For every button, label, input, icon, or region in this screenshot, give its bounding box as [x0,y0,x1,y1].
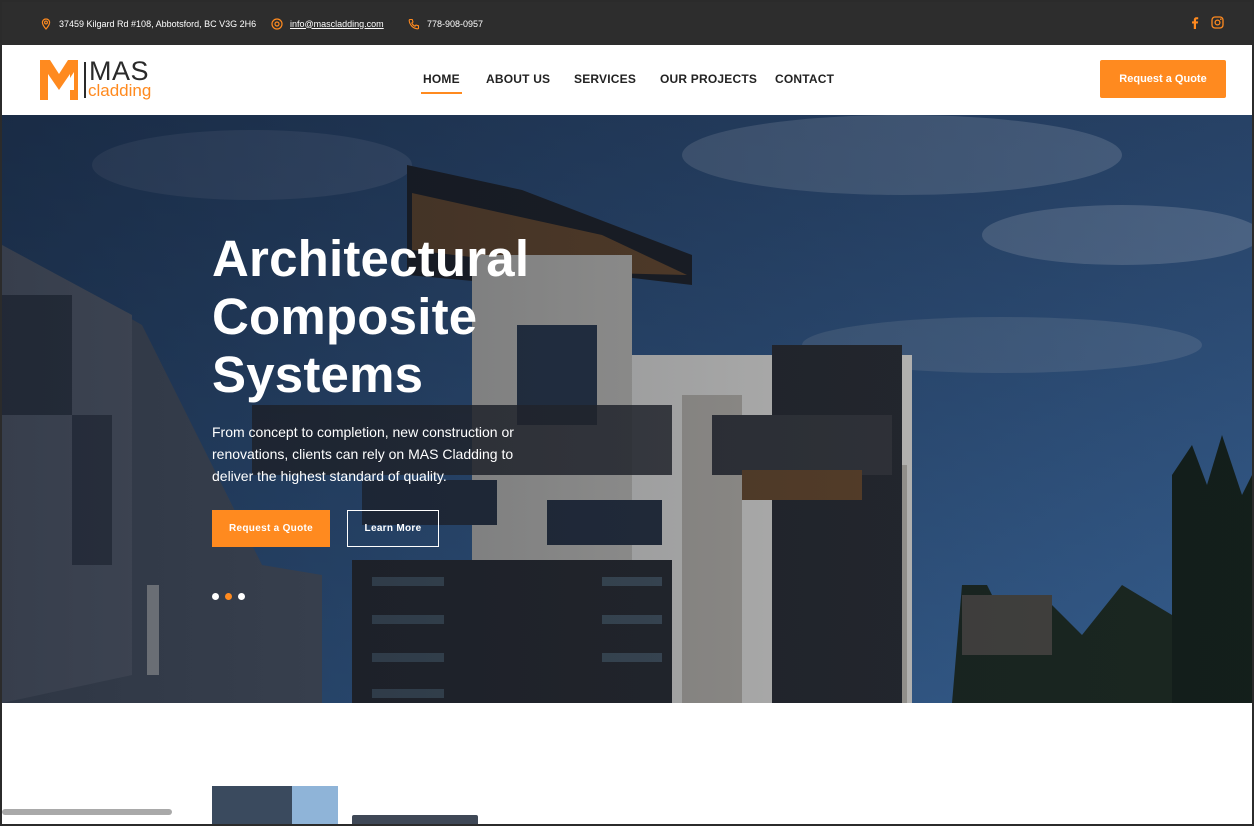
address-info: 37459 Kilgard Rd #108, Abbotsford, BC V3… [40,2,256,45]
browser-viewport: 37459 Kilgard Rd #108, Abbotsford, BC V3… [2,2,1252,824]
nav-item-contact[interactable]: CONTACT [775,72,834,86]
header-request-quote-button[interactable]: Request a Quote [1100,60,1226,98]
nav-item-about-us[interactable]: ABOUT US [486,72,550,86]
hero-request-quote-button[interactable]: Request a Quote [212,510,330,547]
address-text: 37459 Kilgard Rd #108, Abbotsford, BC V3… [59,18,257,29]
logo-sub-text: cladding [88,81,152,100]
project-thumbnail-1[interactable] [212,786,338,824]
content-section [2,703,1252,824]
nav-item-our-projects[interactable]: OUR PROJECTS [660,72,757,86]
slider-dots [212,593,251,600]
instagram-icon[interactable] [1211,16,1224,29]
project-thumbnail-2[interactable] [352,815,478,824]
hero-title: Architectural Composite Systems [212,230,530,403]
phone-icon [408,18,420,30]
hero-section: Architectural Composite Systems From con… [2,115,1252,703]
slider-dot-2[interactable] [225,593,232,600]
nav-item-services[interactable]: SERVICES [574,72,636,86]
email-link[interactable]: info@mascladding.com [290,19,384,29]
at-icon [271,17,283,30]
phone-info[interactable]: 778-908-0957 [408,2,483,45]
slider-dot-1[interactable] [212,593,219,600]
slider-dot-3[interactable] [238,593,245,600]
facebook-icon[interactable] [1189,16,1201,30]
phone-text[interactable]: 778-908-0957 [427,19,483,29]
logo-divider [84,62,86,98]
hero-learn-more-button[interactable]: Learn More [347,510,439,547]
nav-item-home[interactable]: HOME [421,72,462,94]
hero-description: From concept to completion, new construc… [212,424,514,484]
top-contact-bar: 37459 Kilgard Rd #108, Abbotsford, BC V3… [2,2,1252,45]
thumbnail-sky [292,786,338,824]
hero-overlay [2,115,1252,703]
logo-mark-icon [40,60,78,100]
horizontal-scrollbar[interactable] [2,809,172,815]
site-header: MAS cladding HOME ABOUT US SERVICES OUR … [2,45,1252,115]
email-info[interactable]: info@mascladding.com [271,2,384,45]
site-logo[interactable]: MAS cladding [40,56,152,102]
map-pin-icon [40,17,52,30]
